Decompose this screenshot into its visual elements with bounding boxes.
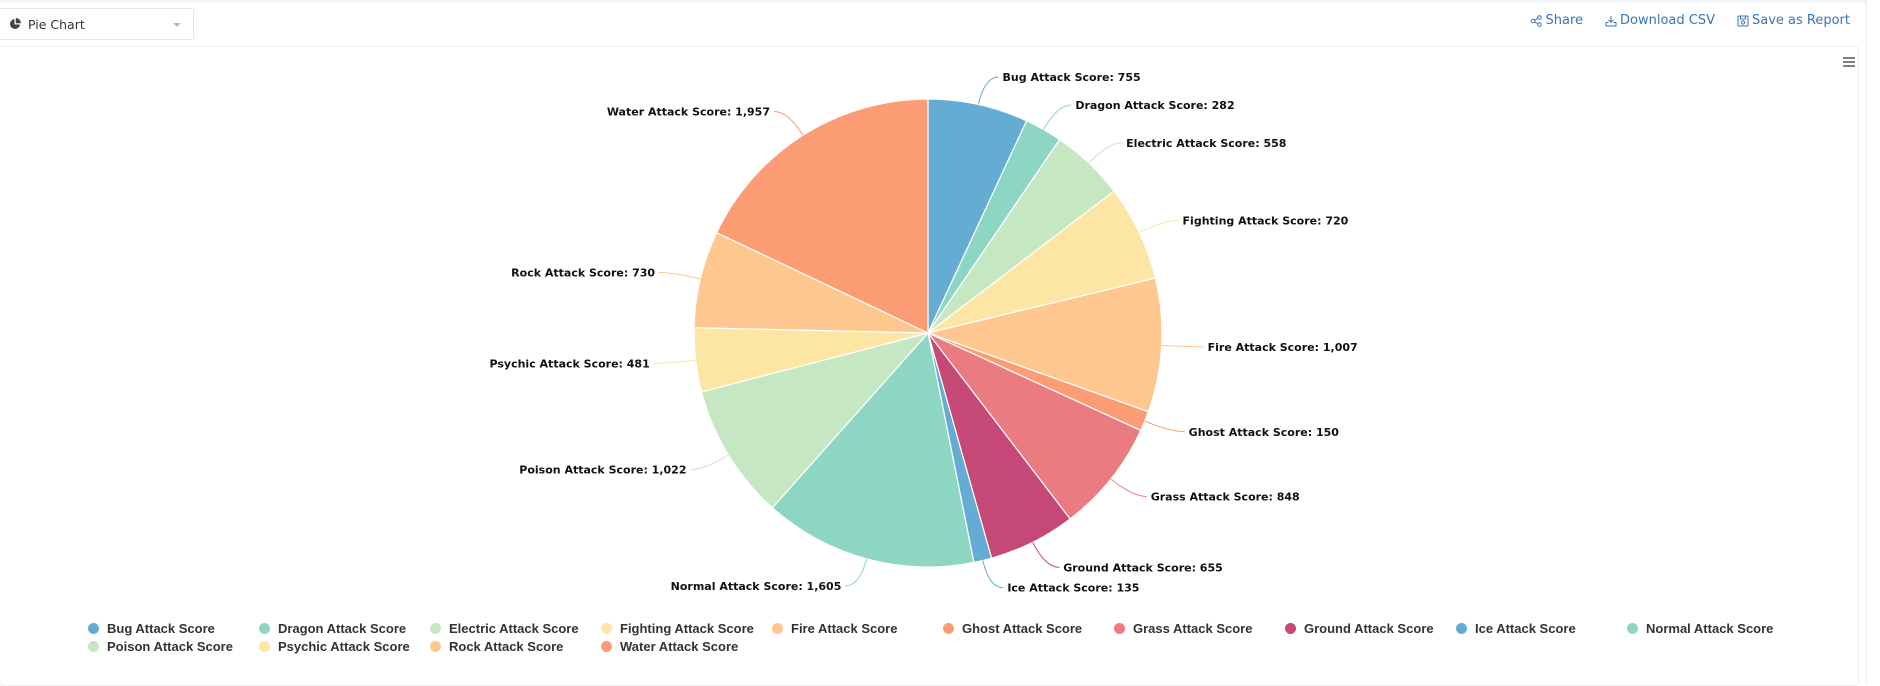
- data-label-fighting-attack-score: Fighting Attack Score: 720: [1183, 214, 1349, 227]
- legend-item-fighting-attack-score[interactable]: Fighting Attack Score: [601, 621, 754, 636]
- pie-slices: [693, 98, 1163, 568]
- legend-marker: [1627, 623, 1638, 634]
- legend-label: Electric Attack Score: [449, 621, 579, 636]
- data-label-ground-attack-score: Ground Attack Score: 655: [1063, 561, 1223, 574]
- legend-label: Bug Attack Score: [107, 621, 215, 636]
- data-label-water-attack-score: Water Attack Score: 1,957: [607, 106, 770, 119]
- pie-chart: Bug Attack Score: 755 Dragon Attack Score…: [489, 71, 1358, 595]
- legend-marker: [430, 623, 441, 634]
- legend-marker: [1114, 623, 1125, 634]
- legend-item-bug-attack-score[interactable]: Bug Attack Score: [88, 621, 215, 636]
- legend-marker: [1285, 623, 1296, 634]
- data-label-poison-attack-score: Poison Attack Score: 1,022: [519, 464, 686, 477]
- legend-label: Ice Attack Score: [1475, 621, 1576, 636]
- legend-item-electric-attack-score[interactable]: Electric Attack Score: [430, 621, 579, 636]
- data-label-normal-attack-score: Normal Attack Score: 1,605: [671, 580, 842, 593]
- data-label-psychic-attack-score: Psychic Attack Score: 481: [489, 357, 649, 370]
- legend-label: Normal Attack Score: [1646, 621, 1774, 636]
- legend-marker: [943, 623, 954, 634]
- legend-item-ground-attack-score[interactable]: Ground Attack Score: [1285, 621, 1434, 636]
- label-connector: [845, 558, 868, 587]
- legend-marker: [259, 623, 270, 634]
- label-connector: [1088, 142, 1123, 164]
- legend-label: Psychic Attack Score: [278, 639, 410, 654]
- label-connector: [773, 111, 804, 136]
- label-connector: [1144, 420, 1185, 433]
- legend-marker: [88, 623, 99, 634]
- label-connector: [1161, 344, 1204, 348]
- legend-item-dragon-attack-score[interactable]: Dragon Attack Score: [259, 621, 406, 636]
- legend-item-ghost-attack-score[interactable]: Ghost Attack Score: [943, 621, 1082, 636]
- legend-marker: [430, 641, 441, 652]
- legend-label: Fire Attack Score: [791, 621, 898, 636]
- label-connector: [1032, 542, 1060, 568]
- legend-item-ice-attack-score[interactable]: Ice Attack Score: [1456, 621, 1576, 636]
- legend-item-poison-attack-score[interactable]: Poison Attack Score: [88, 639, 233, 654]
- data-label-rock-attack-score: Rock Attack Score: 730: [511, 267, 655, 280]
- legend-label: Poison Attack Score: [107, 639, 233, 654]
- data-label-fire-attack-score: Fire Attack Score: 1,007: [1208, 341, 1358, 354]
- legend-marker: [772, 623, 783, 634]
- legend-marker: [259, 641, 270, 652]
- label-connector: [653, 359, 696, 364]
- legend-label: Fighting Attack Score: [620, 621, 754, 636]
- label-connector: [1110, 478, 1147, 498]
- legend-item-psychic-attack-score[interactable]: Psychic Attack Score: [259, 639, 410, 654]
- legend-item-fire-attack-score[interactable]: Fire Attack Score: [772, 621, 897, 636]
- legend-label: Ground Attack Score: [1304, 621, 1434, 636]
- data-label-dragon-attack-score: Dragon Attack Score: 282: [1075, 99, 1234, 112]
- legend-item-rock-attack-score[interactable]: Rock Attack Score: [430, 639, 563, 654]
- legend-marker: [1456, 623, 1467, 634]
- legend-item-grass-attack-score[interactable]: Grass Attack Score: [1114, 621, 1252, 636]
- label-connector: [1043, 104, 1072, 130]
- data-label-grass-attack-score: Grass Attack Score: 848: [1151, 491, 1300, 504]
- legend-item-water-attack-score[interactable]: Water Attack Score: [601, 639, 738, 654]
- legend-marker: [601, 623, 612, 634]
- label-connector: [690, 454, 729, 471]
- legend-label: Ghost Attack Score: [962, 621, 1083, 636]
- legend-marker: [88, 641, 99, 652]
- legend-label: Water Attack Score: [620, 639, 739, 654]
- legend-label: Grass Attack Score: [1133, 621, 1253, 636]
- legend-marker: [601, 641, 612, 652]
- label-connector: [978, 76, 999, 105]
- label-connector: [659, 272, 701, 280]
- legend-label: Dragon Attack Score: [278, 621, 407, 636]
- data-label-electric-attack-score: Electric Attack Score: 558: [1126, 137, 1286, 150]
- data-label-bug-attack-score: Bug Attack Score: 755: [1003, 71, 1141, 84]
- label-connector: [982, 560, 1004, 589]
- label-connector: [1139, 219, 1179, 233]
- data-label-ice-attack-score: Ice Attack Score: 135: [1007, 582, 1139, 595]
- legend-item-normal-attack-score[interactable]: Normal Attack Score: [1627, 621, 1773, 636]
- data-label-ghost-attack-score: Ghost Attack Score: 150: [1189, 426, 1340, 439]
- legend-label: Rock Attack Score: [449, 639, 564, 654]
